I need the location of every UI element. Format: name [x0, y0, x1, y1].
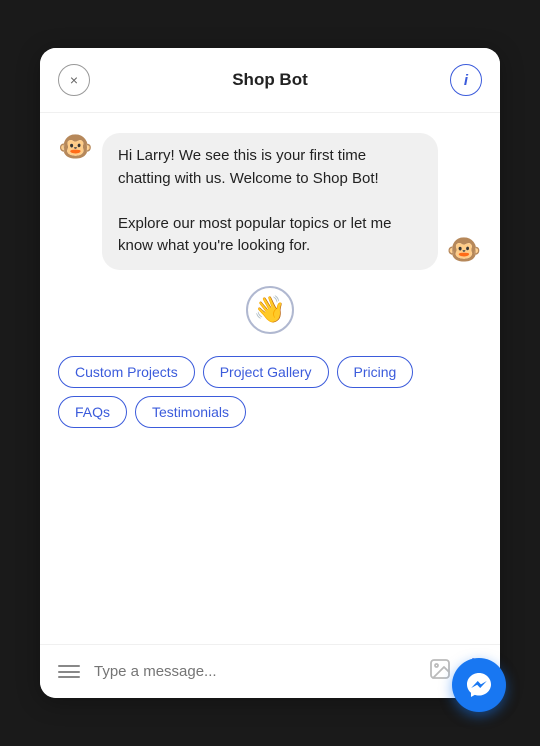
chat-body: 🐵 Hi Larry! We see this is your first ti… [40, 113, 500, 644]
bot-avatar-right: 🐵 [446, 234, 482, 270]
message-input[interactable] [94, 663, 418, 680]
chat-header: × Shop Bot i [40, 48, 500, 113]
info-button[interactable]: i [450, 64, 482, 96]
quick-reply-pricing[interactable]: Pricing [337, 356, 414, 388]
image-icon[interactable] [428, 657, 452, 686]
explore-text: Explore our most popular topics or let m… [118, 215, 391, 255]
quick-reply-faqs[interactable]: FAQs [58, 396, 127, 428]
chat-title: Shop Bot [232, 70, 308, 90]
quick-reply-testimonials[interactable]: Testimonials [135, 396, 246, 428]
chat-footer [40, 644, 500, 698]
messenger-fab[interactable] [452, 658, 506, 712]
wave-icon-container: 👋 [58, 286, 482, 334]
quick-replies: Custom Projects Project Gallery Pricing … [58, 350, 482, 432]
bot-avatar-left: 🐵 [58, 133, 94, 169]
wave-emoji: 👋 [254, 294, 286, 325]
chat-window: × Shop Bot i 🐵 Hi Larry! We see this is … [40, 48, 500, 698]
quick-reply-custom-projects[interactable]: Custom Projects [58, 356, 195, 388]
bot-message-row: 🐵 Hi Larry! We see this is your first ti… [58, 133, 482, 270]
greeting-text: Hi Larry! We see this is your first time… [118, 147, 379, 187]
close-button[interactable]: × [58, 64, 90, 96]
quick-reply-project-gallery[interactable]: Project Gallery [203, 356, 329, 388]
wave-circle: 👋 [246, 286, 294, 334]
message-bubble: Hi Larry! We see this is your first time… [102, 133, 438, 270]
menu-icon[interactable] [54, 663, 84, 680]
